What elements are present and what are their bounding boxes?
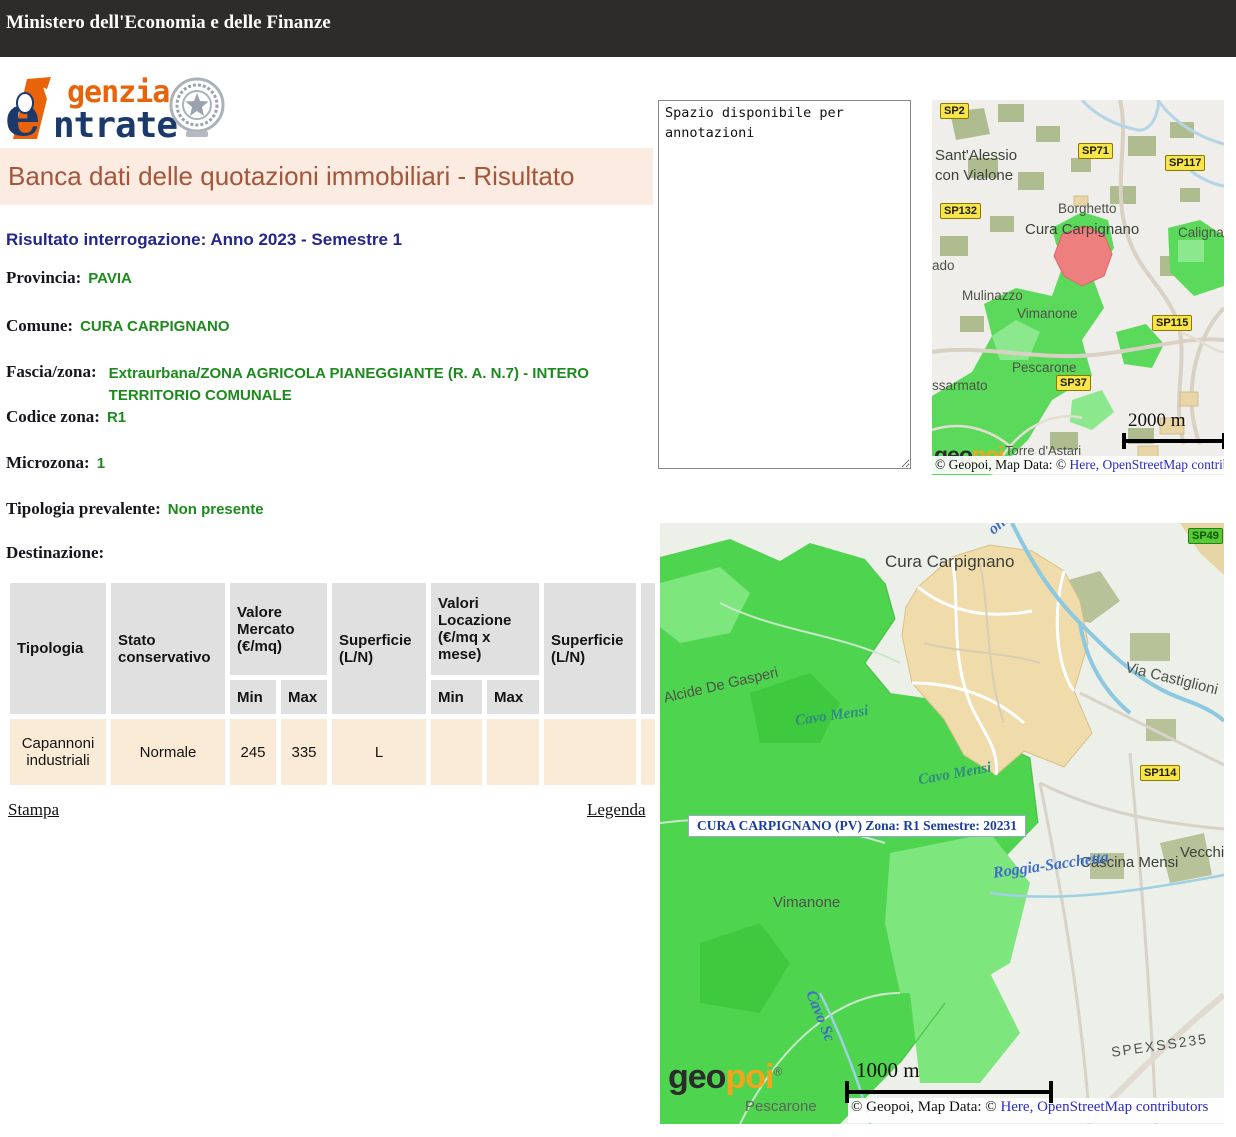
map-label-vimanone: Vimanone (1017, 305, 1078, 323)
geopoi-logo: geopoi® (668, 1060, 781, 1094)
map-attribution: © Geopoi, Map Data: © Here, OpenStreetMa… (932, 456, 1224, 474)
col-superficie-2: Superficie (L/N) (544, 583, 636, 714)
field-fascia-zona-value: Extraurbana/ZONA AGRICOLA PIANEGGIANTE (… (109, 363, 614, 407)
field-codice-zona-value: R1 (107, 409, 126, 426)
col-spacer (641, 583, 655, 714)
scale-bar-lg (845, 1081, 1053, 1103)
field-codice-zona-label: Codice zona: (6, 407, 100, 426)
legenda-link[interactable]: Legenda (587, 800, 646, 820)
stampa-link[interactable]: Stampa (8, 800, 59, 820)
field-provincia-value: PAVIA (88, 270, 132, 287)
road-badge-sp49: SP49 (1188, 528, 1223, 544)
osm-link[interactable]: OpenStreetMap contributors (1102, 457, 1224, 472)
field-fascia-zona-label: Fascia/zona: (6, 362, 97, 381)
ministry-bar: Ministero dell'Economia e delle Finanze (0, 0, 1236, 57)
registered-mark: ® (773, 1065, 781, 1079)
field-destinazione: Destinazione: (6, 543, 104, 563)
col-valore-mercato: Valore Mercato (€/mq) (230, 583, 327, 675)
road-badge-sp2: SP2 (940, 103, 969, 119)
map-label-calignano: Calignano (1178, 224, 1224, 242)
road-badge-sp115: SP115 (1152, 315, 1192, 331)
map-label-borghetto: Borghetto (1058, 200, 1117, 218)
here-link[interactable]: Here, (1070, 457, 1100, 472)
page-title: Banca dati delle quotazioni immobiliari … (0, 161, 575, 192)
col-valore-max: Max (281, 680, 327, 714)
page: Ministero dell'Economia e delle Finanze … (0, 0, 1236, 1137)
agenzia-entrate-logo[interactable]: e genzia ntrate (5, 71, 220, 147)
osm-link-lg[interactable]: OpenStreetMap contributors (1037, 1099, 1208, 1115)
geopoi-geo-lg: geo (668, 1058, 725, 1096)
map-label-ado: ado (932, 257, 955, 275)
ministry-title: Ministero dell'Economia e delle Finanze (6, 12, 331, 34)
zone-info-label: CURA CARPIGNANO (PV) Zona: R1 Semestre: … (688, 815, 1026, 837)
field-comune: Comune: CURA CARPIGNANO (6, 316, 230, 336)
map-label-pescarone-lg: Pescarone (745, 1097, 817, 1117)
map-label-mulinazzo: Mulinazzo (962, 287, 1023, 305)
table-row: Capannoni industriali Normale 245 335 L (10, 719, 655, 785)
cell-valore-min: 245 (230, 719, 276, 785)
scale-bar (1122, 433, 1224, 449)
scale-label-lg: 1000 m (856, 1058, 920, 1083)
col-superficie-1: Superficie (L/N) (332, 583, 426, 714)
field-tipologia-prevalente-value: Non presente (168, 501, 264, 518)
geopoi-poi-lg: poi (725, 1058, 773, 1096)
road-badge-sp117: SP117 (1165, 155, 1205, 171)
annotations-textarea[interactable]: Spazio disponibile per annotazioni (658, 100, 911, 469)
field-comune-value: CURA CARPIGNANO (80, 318, 229, 335)
road-badge-sp114: SP114 (1140, 765, 1180, 781)
field-comune-label: Comune: (6, 316, 73, 335)
map-label-ssarmato: ssarmato (932, 377, 988, 395)
field-microzona: Microzona: 1 (6, 453, 105, 473)
road-badge-sp37: SP37 (1056, 375, 1091, 391)
cell-locazione-max (487, 719, 539, 785)
cell-locazione-min (431, 719, 482, 785)
map-label-vimanone-lg: Vimanone (773, 893, 840, 913)
map-label-cura-carpignano: Cura Carpignano (1025, 220, 1139, 240)
field-tipologia-prevalente-label: Tipologia prevalente: (6, 499, 161, 518)
field-provincia: Provincia: PAVIA (6, 268, 132, 288)
col-valori-locazione: Valori Locazione (€/mq x mese) (431, 583, 539, 675)
field-codice-zona: Codice zona: R1 (6, 407, 126, 427)
road-badge-sp71: SP71 (1078, 143, 1113, 159)
cell-tipologia: Capannoni industriali (10, 719, 106, 785)
map-label-santalessio: Sant'Alessio con Vialone (935, 146, 1017, 185)
col-stato-conservativo: Stato conservativo (111, 583, 225, 714)
map-label-cura-carpignano-lg: Cura Carpignano (885, 551, 1014, 573)
page-title-banner: Banca dati delle quotazioni immobiliari … (0, 148, 653, 205)
field-tipologia-prevalente: Tipologia prevalente: Non presente (6, 499, 264, 519)
cell-superficie-1: L (332, 719, 426, 785)
scale-label: 2000 m (1128, 410, 1186, 432)
logo-mark-icon: e (7, 73, 53, 143)
field-provincia-label: Provincia: (6, 268, 81, 287)
quotations-table: Tipologia Stato conservativo Valore Merc… (5, 578, 660, 790)
map-label-pescarone: Pescarone (1012, 359, 1077, 377)
road-badge-sp132: SP132 (940, 203, 981, 219)
logo-text-entrate: ntrate (53, 105, 177, 146)
cell-stato: Normale (111, 719, 225, 785)
field-microzona-value: 1 (97, 455, 105, 472)
cell-spacer (641, 719, 655, 785)
attribution-text: © Geopoi, Map Data: © (935, 457, 1070, 472)
col-locazione-min: Min (431, 680, 482, 714)
col-locazione-max: Max (487, 680, 539, 714)
field-fascia-zona: Fascia/zona: Extraurbana/ZONA AGRICOLA PI… (6, 362, 614, 407)
cell-valore-max: 335 (281, 719, 327, 785)
cell-superficie-2 (544, 719, 636, 785)
col-tipologia: Tipologia (10, 583, 106, 714)
col-valore-min: Min (230, 680, 276, 714)
map-label-vecchia: Vecchia (1180, 843, 1224, 863)
field-destinazione-label: Destinazione: (6, 543, 104, 562)
result-heading: Risultato interrogazione: Anno 2023 - Se… (6, 230, 402, 250)
overview-map[interactable]: SP2 SP71 SP117 SP132 SP115 SP37 Sant'Ale… (932, 100, 1224, 475)
italy-emblem-icon (168, 71, 226, 143)
field-microzona-label: Microzona: (6, 453, 90, 472)
zone-map[interactable]: SP49 SP114 Cura Carpignano ona Alcide De… (660, 523, 1224, 1124)
